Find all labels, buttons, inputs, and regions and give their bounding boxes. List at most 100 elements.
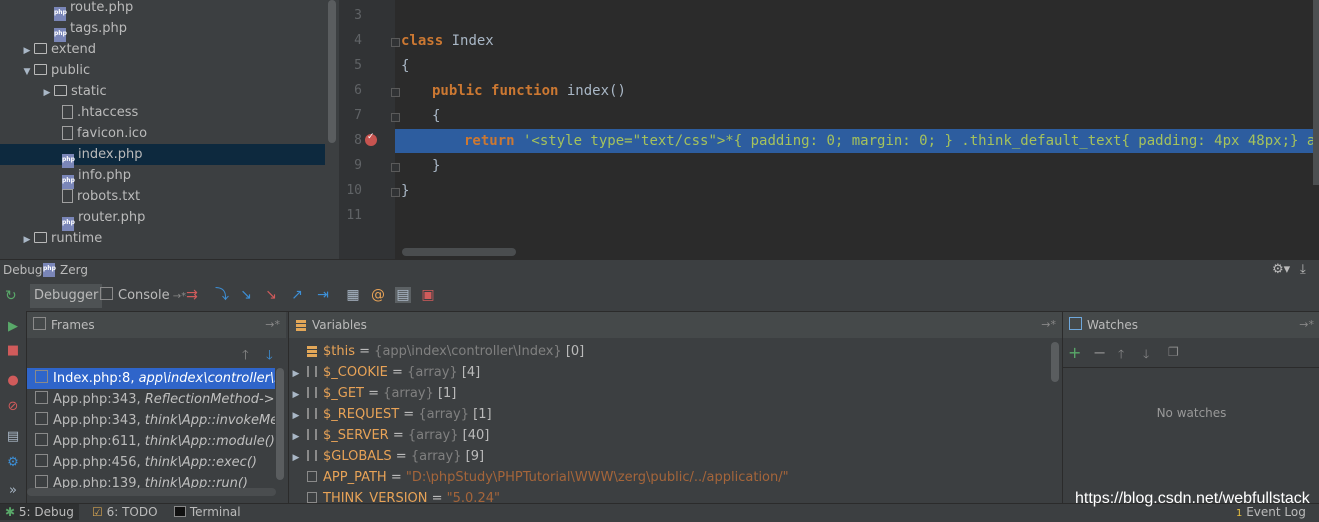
move-up-icon[interactable]: 🡑 (1118, 345, 1124, 366)
tree-item[interactable]: php router.php (48, 207, 145, 231)
tree-item[interactable]: robots.txt (48, 186, 140, 207)
frames-scrollbar[interactable] (276, 368, 284, 480)
pin-icon[interactable]: →* (1299, 312, 1314, 338)
console-icon (100, 287, 113, 300)
no-watches-text: No watches (1156, 406, 1227, 420)
tree-item[interactable]: .htaccess (48, 102, 138, 123)
variable-row[interactable]: $this = {app\index\controller\Index} [0] (289, 341, 584, 362)
tree-item[interactable]: ▼ public (20, 60, 91, 83)
expand-arrow-icon[interactable]: ▶ (40, 83, 54, 104)
editor-vertical-scrollbar[interactable] (1313, 0, 1319, 185)
tool-window-debug[interactable]: ✱ 5: Debug (0, 504, 79, 520)
todo-icon: ☑ (92, 505, 103, 519)
variables-header: Variables →* (289, 312, 1062, 338)
object-icon (307, 346, 317, 349)
constant-icon (307, 471, 317, 482)
editor-horizontal-scrollbar[interactable] (402, 248, 516, 256)
expand-arrow-icon[interactable]: ▶ (289, 364, 303, 385)
tab-console[interactable]: Console →* (96, 284, 190, 308)
frame-row[interactable]: Index.php:8, app\index\controller\Index (27, 368, 275, 389)
variable-row[interactable]: ▶ $_GET = {array} [1] (289, 383, 457, 406)
tab-debugger[interactable]: Debugger (30, 284, 103, 308)
expand-arrow-icon[interactable]: ▶ (289, 427, 303, 448)
breakpoint-icon[interactable] (365, 132, 377, 146)
tree-item[interactable]: php info.php (48, 165, 131, 189)
variable-row[interactable]: ▶ $_SERVER = {array} [40] (289, 425, 490, 448)
expand-arrow-icon[interactable]: ▶ (289, 448, 303, 469)
tool-window-todo[interactable]: ☑ 6: TODO (92, 504, 158, 520)
fold-marker-icon[interactable] (391, 163, 400, 172)
more-icon[interactable]: » (5, 483, 21, 499)
code-line: public function index() (432, 83, 626, 99)
code-line: { (401, 58, 410, 74)
frames-horizontal-scrollbar[interactable] (27, 488, 276, 496)
arrow-up-icon[interactable]: 🡑 (242, 346, 249, 368)
toggle-view-icon[interactable]: ▤ (395, 287, 411, 303)
mute-breakpoints-icon[interactable]: ⊘ (5, 399, 21, 415)
variable-row[interactable]: APP_PATH = "D:\phpStudy\PHPTutorial\WWW\… (289, 467, 789, 488)
expand-arrow-icon[interactable]: ▶ (20, 230, 34, 251)
folder-icon (34, 43, 47, 54)
frame-row[interactable]: App.php:456, think\App::exec() (27, 452, 275, 473)
gear-icon[interactable]: ⚙▾ (1272, 262, 1290, 277)
rerun-icon[interactable]: ↻ (5, 288, 17, 304)
variable-row[interactable]: ▶ $_COOKIE = {array} [4] (289, 362, 481, 385)
at-icon[interactable]: @ (370, 287, 386, 303)
tree-scrollbar[interactable] (328, 0, 336, 143)
tree-item[interactable]: ▶ runtime (20, 228, 103, 251)
frame-row[interactable]: App.php:611, think\App::module() (27, 431, 275, 452)
fold-marker-icon[interactable] (391, 88, 400, 97)
tree-item-selected[interactable]: php index.php (0, 144, 325, 168)
collapse-arrow-icon[interactable]: ▼ (20, 62, 34, 83)
copy-watch-icon[interactable]: ❐ (1168, 345, 1179, 359)
frames-icon (33, 317, 46, 330)
frame-row[interactable]: App.php:343, think\App::invokeMetho (27, 410, 275, 431)
show-execution-point-icon[interactable]: ⇉ (184, 287, 200, 303)
variable-row[interactable]: THINK_VERSION = "5.0.24" (289, 488, 500, 503)
folder-icon (34, 232, 47, 243)
fold-marker-icon[interactable] (391, 188, 400, 197)
tree-item[interactable]: favicon.ico (48, 123, 147, 144)
code-line: class Index (401, 33, 494, 49)
force-step-into-icon[interactable]: ↘ (263, 287, 279, 303)
view-breakpoints-icon[interactable]: ● (5, 373, 21, 389)
file-icon (62, 189, 73, 203)
step-out-icon[interactable]: ↗ (289, 287, 305, 303)
fold-marker-icon[interactable] (391, 113, 400, 122)
tree-item[interactable]: ▶ static (40, 81, 107, 102)
minimize-icon[interactable]: ⤓ (1300, 262, 1306, 277)
frame-row[interactable]: App.php:343, ReflectionMethod->invo (27, 389, 275, 410)
expand-arrow-icon[interactable]: ▶ (289, 385, 303, 406)
remove-watch-icon[interactable]: − (1093, 343, 1106, 362)
resume-icon[interactable]: ▶ (5, 319, 21, 335)
variable-row[interactable]: ▶ $_REQUEST = {array} [1] (289, 404, 492, 425)
line-number: 9 (354, 158, 362, 173)
add-watch-icon[interactable]: + (1068, 343, 1081, 362)
htaccess-file-icon (62, 105, 73, 119)
tree-item[interactable]: ▶ extend (20, 39, 97, 62)
folder-icon (34, 64, 47, 75)
variable-row[interactable]: ▶ $GLOBALS = {array} [9] (289, 446, 485, 469)
arrow-down-icon[interactable]: 🡓 (266, 346, 273, 368)
pin-icon[interactable]: →* (1041, 312, 1056, 338)
debug-toolbar: ↻ Debugger Console →* ⇉ ⤵ ↘ ↘ ↗ ⇥ ▦ @ ▤ … (0, 281, 1319, 312)
stop-icon[interactable]: ■ (5, 343, 21, 359)
tree-item[interactable]: php route.php (40, 0, 133, 21)
pin-icon[interactable]: →* (265, 312, 280, 338)
restore-layout-icon[interactable]: ▣ (420, 287, 436, 303)
step-into-icon[interactable]: ↘ (238, 287, 254, 303)
variables-panel: Variables →* $this = {app\index\controlle… (288, 312, 1062, 503)
debug-title: Debug (3, 263, 43, 277)
tool-window-terminal[interactable]: Terminal (174, 504, 241, 520)
tree-item[interactable]: php tags.php (40, 18, 127, 42)
fold-marker-icon[interactable] (391, 38, 400, 47)
settings-icon[interactable]: ⚙ (5, 455, 21, 471)
expand-arrow-icon[interactable]: ▶ (289, 406, 303, 427)
variables-scrollbar[interactable] (1051, 342, 1059, 382)
step-over-icon[interactable]: ⤵ (214, 287, 230, 303)
move-down-icon[interactable]: 🡓 (1143, 345, 1149, 366)
expand-arrow-icon[interactable]: ▶ (20, 41, 34, 62)
evaluate-expression-icon[interactable]: ▦ (345, 287, 361, 303)
layout-icon[interactable]: ▤ (5, 429, 21, 445)
run-to-cursor-icon[interactable]: ⇥ (315, 287, 331, 303)
